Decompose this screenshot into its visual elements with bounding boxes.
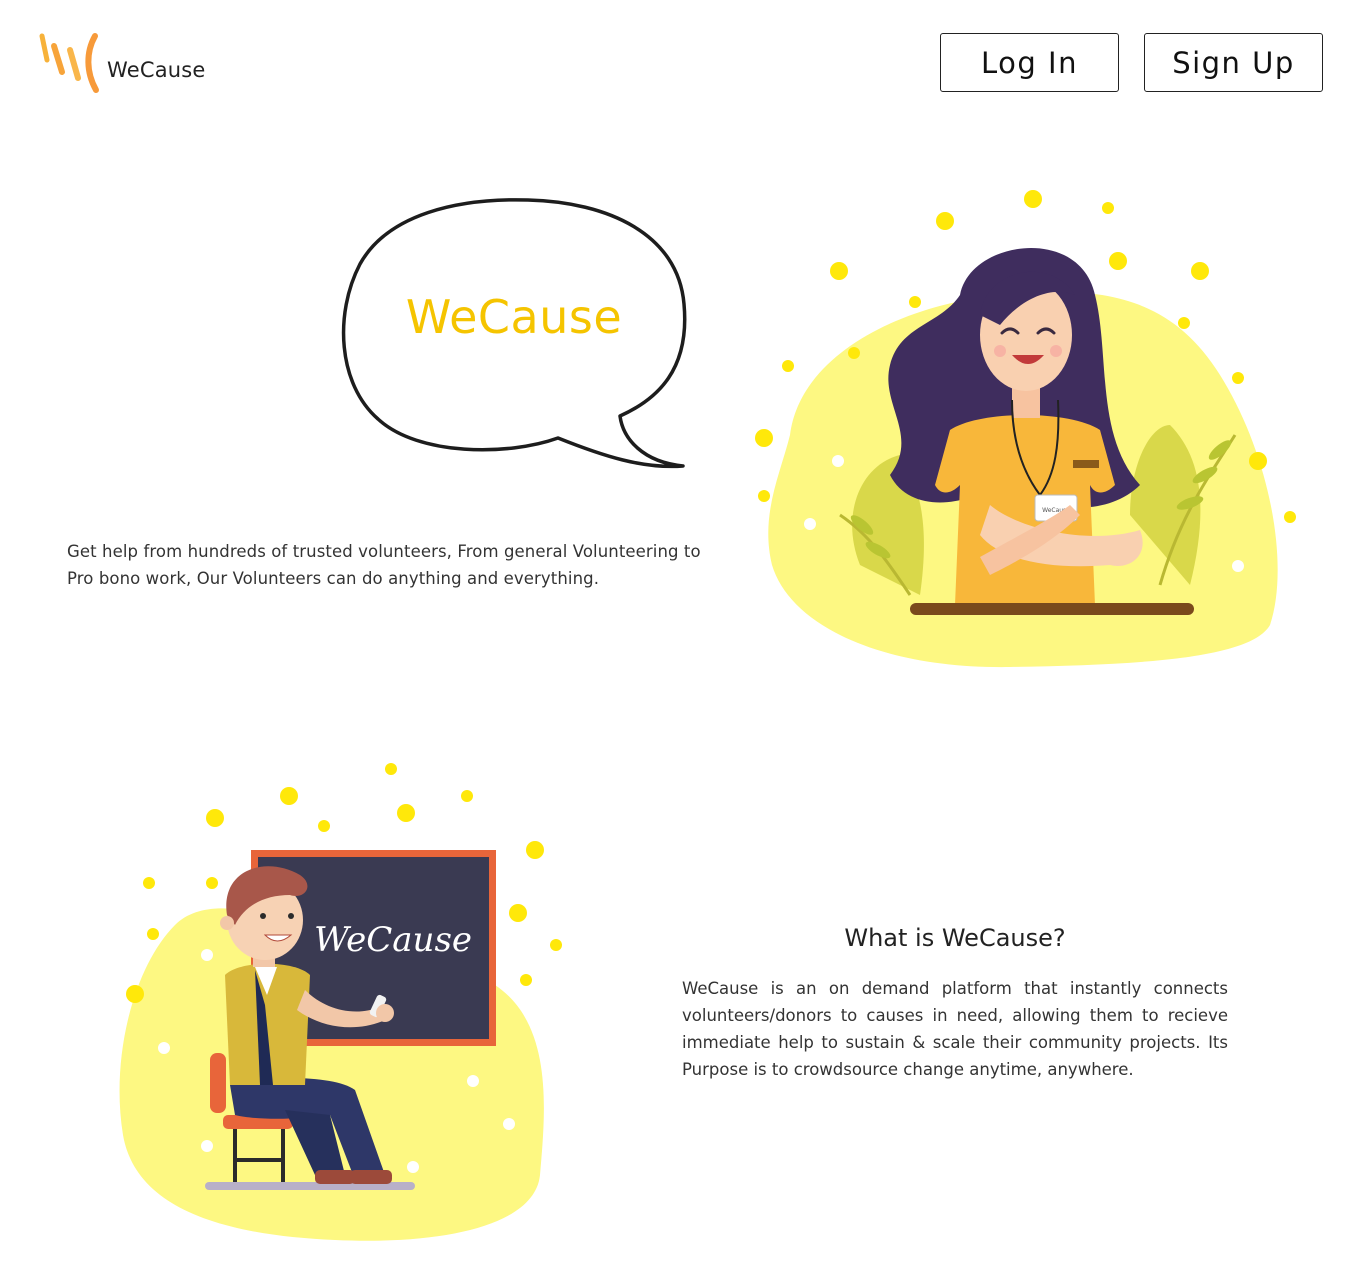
wecause-logo-icon [39,33,99,93]
logo-text: WeCause [107,58,206,82]
what-is-description: WeCause is an on demand platform that in… [682,979,1228,1079]
chalkboard-text: WeCause [314,920,472,960]
hero-tagline: Get help from hundreds of trusted volunt… [67,542,701,588]
login-button[interactable]: Log In [940,33,1119,92]
volunteer-illustration-art: WeCause [755,190,1296,668]
speech-bubble: WeCause [338,194,690,474]
bubble-brand-text: WeCause [405,290,623,344]
what-is-title: What is WeCause? [844,924,1066,952]
signup-button[interactable]: Sign Up [1144,33,1323,92]
volunteer-illustration: WeCause [750,185,1310,675]
teacher-illustration: WeCause [115,755,575,1250]
teacher-illustration-art: WeCause [119,763,562,1241]
wecause-logo[interactable]: WeCause [38,30,238,100]
